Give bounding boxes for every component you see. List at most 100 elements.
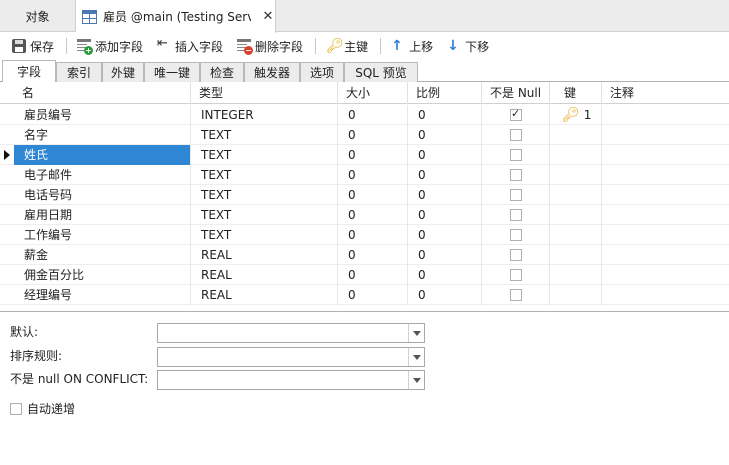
column-header-type[interactable]: 类型 [191, 82, 338, 104]
cell-name[interactable]: 姓氏 [14, 145, 191, 165]
not-null-checkbox[interactable] [510, 129, 522, 141]
not-null-checkbox[interactable] [510, 269, 522, 281]
cell-name[interactable]: 雇员编号 [14, 105, 191, 125]
cell-type[interactable]: TEXT [191, 225, 338, 245]
cell-name[interactable]: 佣金百分比 [14, 265, 191, 285]
insert-field-button[interactable]: 插入字段 [153, 35, 227, 57]
cell-name[interactable]: 薪金 [14, 245, 191, 265]
cell-type[interactable]: TEXT [191, 125, 338, 145]
cell-size[interactable]: 0 [338, 105, 408, 125]
add-field-button[interactable]: + 添加字段 [73, 35, 147, 57]
close-icon[interactable]: ✕ [261, 9, 275, 24]
column-header-scale[interactable]: 比例 [408, 82, 482, 104]
not-null-checkbox[interactable] [510, 189, 522, 201]
cell-scale[interactable]: 0 [408, 265, 482, 285]
cell-scale[interactable]: 0 [408, 105, 482, 125]
column-header-comment[interactable]: 注释 [602, 82, 729, 104]
cell-name[interactable]: 电子邮件 [14, 165, 191, 185]
tab-checks[interactable]: 检查 [200, 62, 244, 82]
cell-scale[interactable]: 0 [408, 245, 482, 265]
tab-foreign-keys[interactable]: 外键 [102, 62, 144, 82]
cell-scale[interactable]: 0 [408, 145, 482, 165]
table-row[interactable]: 雇员编号INTEGER00🔑︎1 [0, 105, 729, 125]
column-header-not-null[interactable]: 不是 Null [482, 82, 550, 104]
chevron-down-icon[interactable] [408, 324, 424, 342]
cell-size[interactable]: 0 [338, 205, 408, 225]
cell-comment[interactable] [602, 165, 729, 185]
conflict-combo[interactable] [157, 370, 425, 390]
cell-name[interactable]: 经理编号 [14, 285, 191, 305]
tab-fields[interactable]: 字段 [2, 60, 56, 82]
cell-comment[interactable] [602, 285, 729, 305]
cell-size[interactable]: 0 [338, 145, 408, 165]
primary-key-button[interactable]: 🔑︎ 主键 [322, 35, 372, 57]
not-null-checkbox[interactable] [510, 149, 522, 161]
cell-comment[interactable] [602, 125, 729, 145]
table-row[interactable]: 工作编号 TEXT 0 0 [0, 225, 729, 245]
move-down-button[interactable]: ↓ 下移 [443, 35, 493, 57]
table-row[interactable]: 雇用日期 TEXT 0 0 [0, 205, 729, 225]
cell-scale[interactable]: 0 [408, 285, 482, 305]
not-null-checkbox[interactable] [510, 209, 522, 221]
cell-type[interactable]: TEXT [191, 165, 338, 185]
cell-type[interactable]: INTEGER [191, 105, 338, 125]
cell-size[interactable]: 0 [338, 165, 408, 185]
cell-size[interactable]: 0 [338, 225, 408, 245]
cell-scale[interactable]: 0 [408, 185, 482, 205]
cell-size[interactable]: 0 [338, 125, 408, 145]
tab-sql-preview[interactable]: SQL 预览 [344, 62, 418, 82]
cell-comment[interactable] [602, 185, 729, 205]
cell-type[interactable]: TEXT [191, 145, 338, 165]
cell-comment[interactable] [602, 145, 729, 165]
not-null-checkbox[interactable] [510, 249, 522, 261]
tab-unique-keys[interactable]: 唯一键 [144, 62, 200, 82]
table-row[interactable]: 电话号码 TEXT 0 0 [0, 185, 729, 205]
cell-name[interactable]: 雇用日期 [14, 205, 191, 225]
column-header-size[interactable]: 大小 [338, 82, 408, 104]
tab-triggers[interactable]: 触发器 [244, 62, 300, 82]
cell-name[interactable]: 名字 [14, 125, 191, 145]
cell-type[interactable]: TEXT [191, 205, 338, 225]
chevron-down-icon[interactable] [408, 371, 424, 389]
cell-type[interactable]: REAL [191, 265, 338, 285]
save-button[interactable]: 保存 [8, 35, 58, 57]
move-up-button[interactable]: ↑ 上移 [387, 35, 437, 57]
not-null-checkbox[interactable] [510, 229, 522, 241]
table-row[interactable]: 佣金百分比 REAL 0 0 [0, 265, 729, 285]
table-row[interactable]: 电子邮件 TEXT 0 0 [0, 165, 729, 185]
cell-size[interactable]: 0 [338, 185, 408, 205]
column-header-key[interactable]: 键 [550, 82, 602, 104]
tab-options[interactable]: 选项 [300, 62, 344, 82]
cell-type[interactable]: TEXT [191, 185, 338, 205]
column-header-name[interactable]: 名 [14, 82, 191, 104]
cell-type[interactable]: REAL [191, 245, 338, 265]
cell-scale[interactable]: 0 [408, 125, 482, 145]
table-row[interactable]: 经理编号 REAL 0 0 [0, 285, 729, 305]
not-null-checkbox[interactable] [510, 289, 522, 301]
auto-increment-box[interactable] [10, 402, 22, 415]
cell-comment[interactable] [602, 205, 729, 225]
cell-name[interactable]: 电话号码 [14, 185, 191, 205]
table-row[interactable]: 薪金 REAL 0 0 [0, 245, 729, 265]
delete-field-button[interactable]: − 删除字段 [233, 35, 307, 57]
cell-type[interactable]: REAL [191, 285, 338, 305]
cell-comment[interactable] [602, 225, 729, 245]
cell-comment[interactable] [602, 105, 729, 125]
collation-combo[interactable] [157, 347, 425, 367]
tab-objects[interactable]: 对象 [0, 0, 76, 32]
default-combo[interactable] [157, 323, 425, 343]
not-null-checkbox[interactable] [510, 107, 522, 121]
auto-increment-checkbox[interactable]: 自动递增 [10, 400, 75, 417]
cell-size[interactable]: 0 [338, 265, 408, 285]
cell-size[interactable]: 0 [338, 245, 408, 265]
cell-comment[interactable] [602, 245, 729, 265]
chevron-down-icon[interactable] [408, 348, 424, 366]
cell-scale[interactable]: 0 [408, 205, 482, 225]
tab-indexes[interactable]: 索引 [56, 62, 102, 82]
table-row[interactable]: 姓氏 TEXT 0 0 [0, 145, 729, 165]
not-null-checkbox[interactable] [510, 169, 522, 181]
cell-comment[interactable] [602, 265, 729, 285]
cell-size[interactable]: 0 [338, 285, 408, 305]
cell-name[interactable]: 工作编号 [14, 225, 191, 245]
cell-scale[interactable]: 0 [408, 225, 482, 245]
